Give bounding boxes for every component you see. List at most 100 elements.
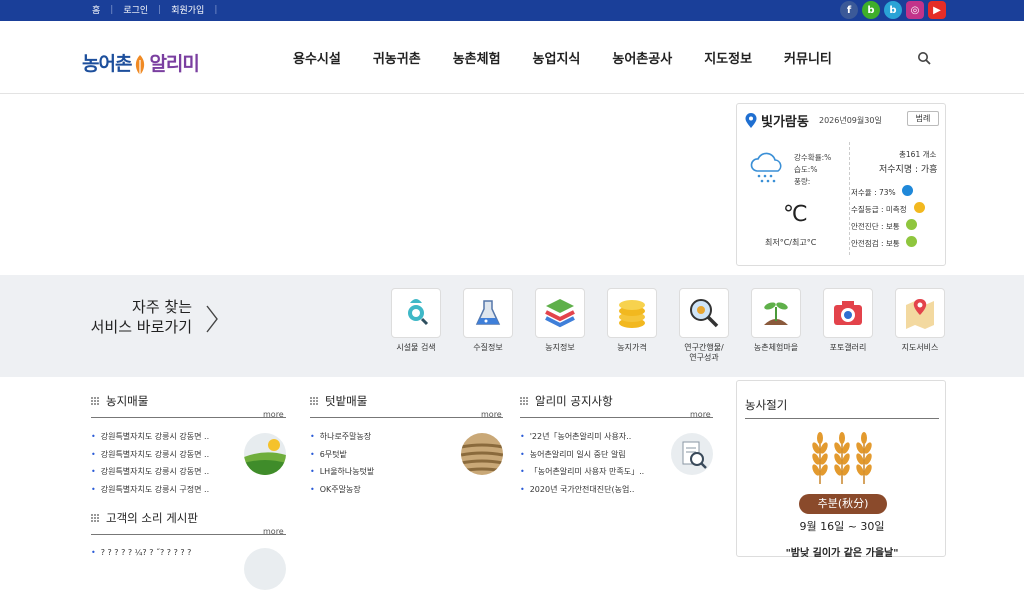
facility-search-icon bbox=[408, 299, 429, 326]
divider: | bbox=[214, 4, 218, 15]
notice-thumbnail bbox=[671, 433, 713, 475]
nav-item-water-facility[interactable]: 용수시설 bbox=[293, 48, 341, 67]
list-item[interactable]: 강원특별자치도 강릉시 강동면 .. bbox=[91, 449, 209, 467]
list-item[interactable]: LH울하나농텃밭 bbox=[310, 466, 375, 484]
grid-icon bbox=[310, 396, 319, 406]
more-link[interactable]: more bbox=[481, 410, 502, 419]
farming-season-widget: 농사절기 추분(秋分) 9월 16일 ~ 30일 "밤낮 길이가 같은 가을날" bbox=[736, 380, 946, 559]
safety-diagnosis: 안전진단 : 보통 bbox=[851, 222, 900, 231]
list-item[interactable]: 강원특별자치도 강릉시 강동면 .. bbox=[91, 466, 209, 484]
youtube-icon[interactable]: ▶ bbox=[928, 1, 946, 19]
quick-service-icon-box[interactable] bbox=[391, 288, 441, 338]
list-item[interactable]: 강원특별자치도 강릉시 강동면 .. bbox=[91, 431, 209, 449]
more-link[interactable]: more bbox=[263, 527, 284, 536]
quick-service-rural-experience[interactable]: 농촌체험마을 bbox=[746, 288, 806, 353]
quick-service-label: 농지정보 bbox=[545, 343, 575, 352]
social-links: f b b ◎ ▶ bbox=[840, 1, 946, 19]
more-link[interactable]: more bbox=[690, 410, 711, 419]
divider bbox=[91, 534, 286, 535]
quick-service-icon-box[interactable] bbox=[751, 288, 801, 338]
water-quality-icon bbox=[914, 202, 925, 213]
map-service-icon bbox=[906, 299, 934, 329]
quick-service-water-quality[interactable]: 수질정보 bbox=[458, 288, 518, 353]
list-item[interactable]: 2020년 국가안전대진단(농업.. bbox=[520, 484, 644, 502]
nav-item-map-info[interactable]: 지도정보 bbox=[704, 48, 752, 67]
quick-service-map-service[interactable]: 지도서비스 bbox=[890, 288, 950, 353]
more-link[interactable]: more bbox=[263, 410, 284, 419]
login-link[interactable]: 로그인 bbox=[113, 3, 158, 16]
site-logo[interactable]: 농어촌 알리미 bbox=[82, 49, 200, 76]
blog-icon[interactable]: b bbox=[884, 1, 902, 19]
panel-title-text: 알리미 공지사항 bbox=[535, 394, 613, 408]
panel-title: 고객의 소리 게시판 bbox=[91, 510, 286, 526]
panel-title-text: 텃밭매물 bbox=[325, 394, 368, 408]
temp-minmax: 최저°C/최고°C bbox=[765, 238, 817, 247]
garden-listing-panel: 텃밭매물 more 하나로주말농장6무텃밭LH울하나농텃밭OK주말농장 bbox=[310, 393, 503, 494]
list-item[interactable]: OK주말농장 bbox=[310, 484, 374, 502]
quick-service-icon-box[interactable] bbox=[823, 288, 873, 338]
divider bbox=[91, 417, 286, 418]
instagram-icon[interactable]: ◎ bbox=[906, 1, 924, 19]
storage-rate: 저수율 : 73% bbox=[851, 188, 896, 197]
nav-item-farm-knowledge[interactable]: 농업지식 bbox=[533, 48, 581, 67]
legend-button[interactable]: 범례 bbox=[907, 111, 939, 126]
quick-services-title-line1: 자주 찾는 bbox=[132, 298, 192, 316]
panel-title-text: 농지매물 bbox=[106, 394, 149, 408]
farmland-price-icon bbox=[619, 300, 645, 328]
notice-list: '22년「농어촌알리미 사용자..농어촌알리미 일시 중단 알림「농어촌알리미 … bbox=[520, 431, 645, 502]
signup-link[interactable]: 회원가입 bbox=[161, 3, 214, 16]
quick-service-farmland-info[interactable]: 농지정보 bbox=[530, 288, 590, 353]
garden-list: 하나로주말농장6무텃밭LH울하나농텃밭OK주말농장 bbox=[310, 431, 375, 502]
list-item[interactable]: 6무텃밭 bbox=[310, 449, 374, 467]
list-item[interactable]: 하나로주말농장 bbox=[310, 431, 374, 449]
nav-item-rural-experience[interactable]: 농촌체험 bbox=[453, 48, 501, 67]
facebook-icon[interactable]: f bbox=[840, 1, 858, 19]
grid-icon bbox=[91, 513, 100, 523]
quick-service-label: 연구간행물/ 연구성과 bbox=[684, 343, 724, 362]
quick-service-farmland-price[interactable]: 농지가격 bbox=[602, 288, 662, 353]
logo-text-part2: 알리미 bbox=[149, 53, 199, 75]
quick-service-label: 시설물 검색 bbox=[396, 343, 436, 352]
quick-service-icon-box[interactable] bbox=[895, 288, 945, 338]
notice-panel: 알리미 공지사항 more '22년「농어촌알리미 사용자..농어촌알리미 일시… bbox=[520, 393, 713, 494]
temperature: ℃ bbox=[783, 202, 808, 227]
quick-service-photo-gallery[interactable]: 포토갤러리 bbox=[818, 288, 878, 353]
rural-experience-icon bbox=[764, 302, 788, 325]
divider bbox=[745, 418, 939, 419]
quick-service-facility-search[interactable]: 시설물 검색 bbox=[386, 288, 446, 353]
water-quality-icon bbox=[475, 300, 501, 325]
quick-services-title: 자주 찾는 서비스 바로가기 bbox=[84, 297, 192, 337]
list-item[interactable]: 강원특별자치도 강릉시 구정면 .. bbox=[91, 484, 209, 502]
weather-location: 빛가람동 bbox=[745, 111, 809, 130]
quick-service-label: 수질정보 bbox=[473, 343, 503, 352]
farmland-thumbnail bbox=[244, 433, 286, 475]
safety-inspection-icon bbox=[906, 236, 917, 247]
photo-gallery-icon bbox=[834, 301, 862, 325]
list-item[interactable]: 농어촌알리미 일시 중단 알림 bbox=[520, 449, 644, 467]
nav-item-return-farming[interactable]: 귀농귀촌 bbox=[373, 48, 421, 67]
header: 농어촌 알리미 용수시설 귀농귀촌 농촌체험 농업지식 농어촌공사 지도정보 커… bbox=[0, 21, 1024, 94]
list-item[interactable]: '22년「농어촌알리미 사용자.. bbox=[520, 431, 644, 449]
voice-thumbnail bbox=[244, 548, 286, 590]
humidity: 습도:% bbox=[794, 165, 818, 174]
quick-service-icon-box[interactable] bbox=[463, 288, 513, 338]
divider bbox=[849, 142, 850, 255]
quick-service-label: 포토갤러리 bbox=[829, 343, 867, 352]
band-icon[interactable]: b bbox=[862, 1, 880, 19]
garden-thumbnail bbox=[461, 433, 503, 475]
list-item[interactable]: 「농어촌알리미 사용자 만족도」.. bbox=[520, 466, 645, 484]
quick-service-icon-box[interactable] bbox=[535, 288, 585, 338]
quick-service-label: 농지가격 bbox=[617, 343, 647, 352]
nav-item-community[interactable]: 커뮤니티 bbox=[784, 48, 832, 67]
water-quality: 수질등급 : 미측정 bbox=[851, 205, 907, 214]
search-icon[interactable] bbox=[917, 51, 931, 65]
quick-service-icon-box[interactable] bbox=[607, 288, 657, 338]
facility-count: 총161 개소 bbox=[899, 150, 937, 159]
quick-service-research[interactable]: 연구간행물/ 연구성과 bbox=[674, 288, 734, 363]
nav-item-krc[interactable]: 농어촌공사 bbox=[612, 48, 672, 67]
divider bbox=[520, 417, 713, 418]
home-link[interactable]: 홈 bbox=[82, 3, 110, 16]
quick-service-icon-box[interactable] bbox=[679, 288, 729, 338]
panel-title-text: 고객의 소리 게시판 bbox=[106, 511, 198, 525]
precip-prob: 강수확률:% bbox=[794, 153, 832, 162]
